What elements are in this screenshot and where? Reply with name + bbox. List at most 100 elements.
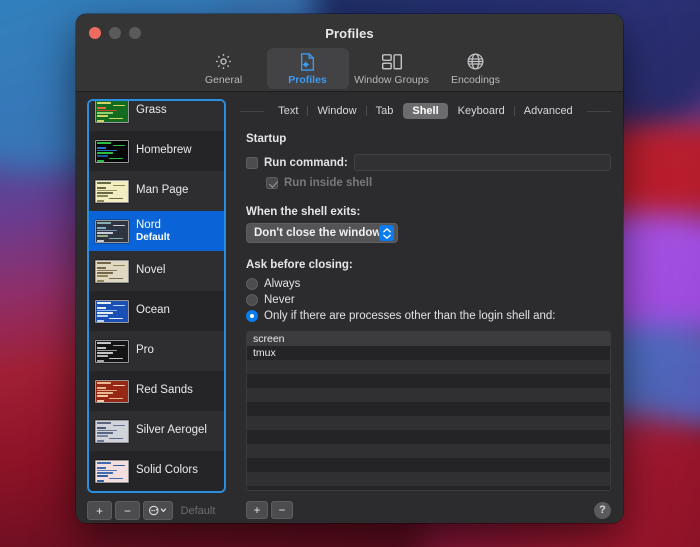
profile-thumbnail bbox=[95, 179, 129, 203]
profile-list-item[interactable]: Pro bbox=[89, 331, 224, 371]
profile-item-labels: Homebrew bbox=[136, 144, 192, 157]
toolbar-item-profiles[interactable]: Profiles bbox=[266, 48, 349, 89]
run-command-row: Run command: bbox=[246, 154, 611, 171]
profile-item-labels: Man Page bbox=[136, 184, 188, 197]
profile-thumbnail bbox=[95, 299, 129, 323]
profile-item-name: Homebrew bbox=[136, 144, 192, 157]
profiles-sidebar: Grass Homebrew Man Page Nord Default Novel Oce… bbox=[76, 92, 234, 523]
run-inside-shell-checkbox[interactable] bbox=[266, 177, 278, 189]
process-row-empty bbox=[247, 402, 610, 416]
toolbar-item-encodings[interactable]: Encodings bbox=[435, 48, 517, 89]
shell-exits-heading: When the shell exits: bbox=[246, 206, 361, 218]
tab-tab[interactable]: Tab bbox=[365, 103, 403, 119]
profile-list-item[interactable]: Novel bbox=[89, 251, 224, 291]
profile-item-labels: Silver Aerogel bbox=[136, 424, 207, 437]
profile-list: Grass Homebrew Man Page Nord Default Novel Oce… bbox=[89, 101, 224, 491]
profile-list-item[interactable]: Ocean bbox=[89, 291, 224, 331]
profiles-settings-window: Profiles General Profiles Window Groups … bbox=[76, 14, 623, 523]
tab-text[interactable]: Text bbox=[269, 103, 307, 119]
profile-list-item[interactable]: Red Sands bbox=[89, 371, 224, 411]
toolbar-item-label: General bbox=[204, 74, 243, 86]
minimize-button[interactable] bbox=[109, 27, 121, 39]
profiles-document-gear-icon bbox=[298, 51, 317, 72]
process-row[interactable]: tmux bbox=[247, 346, 610, 360]
process-row-empty bbox=[247, 416, 610, 430]
process-row-empty bbox=[247, 444, 610, 458]
gear-dropdown-icon[interactable] bbox=[143, 501, 173, 520]
ask-before-closing-option[interactable]: Only if there are processes other than t… bbox=[246, 310, 611, 322]
tab-shell[interactable]: Shell bbox=[403, 103, 448, 119]
profile-thumbnail bbox=[95, 139, 129, 163]
ask-before-closing-radio-group: Always Never Only if there are processes o… bbox=[246, 278, 611, 326]
profile-list-item[interactable]: Silver Aerogel bbox=[89, 411, 224, 451]
profile-list-item[interactable]: Grass bbox=[89, 101, 224, 131]
process-row-empty bbox=[247, 472, 610, 486]
ask-before-closing-option[interactable]: Always bbox=[246, 278, 611, 290]
radio-button[interactable] bbox=[246, 310, 258, 322]
process-row-empty bbox=[247, 360, 610, 374]
profile-item-name: Solid Colors bbox=[136, 464, 198, 477]
profile-item-labels: Nord Default bbox=[136, 219, 170, 244]
toolbar-item-window-groups[interactable]: Window Groups bbox=[351, 48, 433, 89]
radio-button[interactable] bbox=[246, 278, 258, 290]
run-command-checkbox[interactable] bbox=[246, 156, 258, 169]
profile-thumbnail bbox=[95, 339, 129, 363]
globe-icon bbox=[466, 51, 485, 72]
window-groups-icon bbox=[381, 51, 403, 72]
profile-thumbnail bbox=[95, 419, 129, 443]
shell-exits-select[interactable]: Don't close the window bbox=[246, 223, 398, 243]
close-button[interactable] bbox=[89, 27, 101, 39]
profile-item-name: Grass bbox=[136, 104, 167, 117]
profile-item-labels: Ocean bbox=[136, 304, 170, 317]
profile-item-name: Silver Aerogel bbox=[136, 424, 207, 437]
radio-button[interactable] bbox=[246, 294, 258, 306]
process-row-empty bbox=[247, 388, 610, 402]
default-profile-label[interactable]: Default bbox=[176, 505, 226, 517]
ask-before-closing-option[interactable]: Never bbox=[246, 294, 611, 306]
tab-advanced[interactable]: Advanced bbox=[513, 103, 582, 119]
toolbar-item-label: Encodings bbox=[450, 74, 501, 86]
add-process-button[interactable]: + bbox=[246, 501, 268, 519]
shell-tab-content: Startup Run command: Run inside shell Wh… bbox=[240, 123, 611, 523]
help-button[interactable]: ? bbox=[594, 501, 611, 519]
profile-list-item[interactable]: Homebrew bbox=[89, 131, 224, 171]
radio-label: Never bbox=[264, 294, 295, 306]
settings-tabbar-wrap: Text Window Tab Shell Keyboard Advanced bbox=[240, 99, 611, 123]
toolbar-item-label: Profiles bbox=[288, 74, 327, 86]
profile-item-name: Nord bbox=[136, 218, 161, 231]
remove-process-button[interactable]: − bbox=[271, 501, 293, 519]
profile-thumbnail bbox=[95, 259, 129, 283]
process-row-empty bbox=[247, 458, 610, 472]
profile-list-item[interactable]: Solid Colors bbox=[89, 451, 224, 491]
profile-item-name: Man Page bbox=[136, 184, 189, 197]
chevron-updown-icon bbox=[379, 225, 394, 241]
remove-profile-button[interactable]: − bbox=[115, 501, 140, 520]
profile-thumbnail bbox=[95, 219, 129, 243]
profile-list-item[interactable]: Man Page bbox=[89, 171, 224, 211]
zoom-button[interactable] bbox=[129, 27, 141, 39]
run-command-input[interactable] bbox=[353, 154, 611, 171]
tab-keyboard[interactable]: Keyboard bbox=[449, 103, 514, 119]
settings-tabbar: Text Window Tab Shell Keyboard Advanced bbox=[264, 103, 587, 119]
run-inside-shell-label: Run inside shell bbox=[284, 177, 373, 189]
process-add-remove-group: + − bbox=[246, 501, 293, 519]
gear-icon bbox=[214, 51, 233, 72]
tab-window[interactable]: Window bbox=[307, 103, 365, 119]
profile-list-item[interactable]: Nord Default bbox=[89, 211, 224, 251]
profile-item-labels: Grass bbox=[136, 104, 167, 117]
preferences-toolbar: General Profiles Window Groups Encodings bbox=[76, 48, 623, 89]
profile-item-labels: Solid Colors bbox=[136, 464, 198, 477]
profile-item-name: Novel bbox=[136, 264, 166, 277]
profile-item-labels: Novel bbox=[136, 264, 165, 277]
add-profile-button[interactable]: + bbox=[87, 501, 112, 520]
window-titlebar: Profiles General Profiles Window Groups … bbox=[76, 14, 623, 92]
process-list-toolbar: + − ? bbox=[246, 491, 611, 523]
profile-detail-pane: Text Window Tab Shell Keyboard Advanced Start… bbox=[234, 92, 623, 523]
toolbar-item-general[interactable]: General bbox=[183, 48, 265, 89]
profile-list-toolbar: + − Default bbox=[87, 493, 226, 523]
profile-item-name: Pro bbox=[136, 344, 154, 357]
process-row[interactable]: screen bbox=[247, 332, 610, 346]
process-row-empty bbox=[247, 374, 610, 388]
profile-list-scroll-area[interactable]: Grass Homebrew Man Page Nord Default Novel Oce… bbox=[87, 99, 226, 493]
process-list-table[interactable]: screen tmux bbox=[246, 331, 611, 491]
